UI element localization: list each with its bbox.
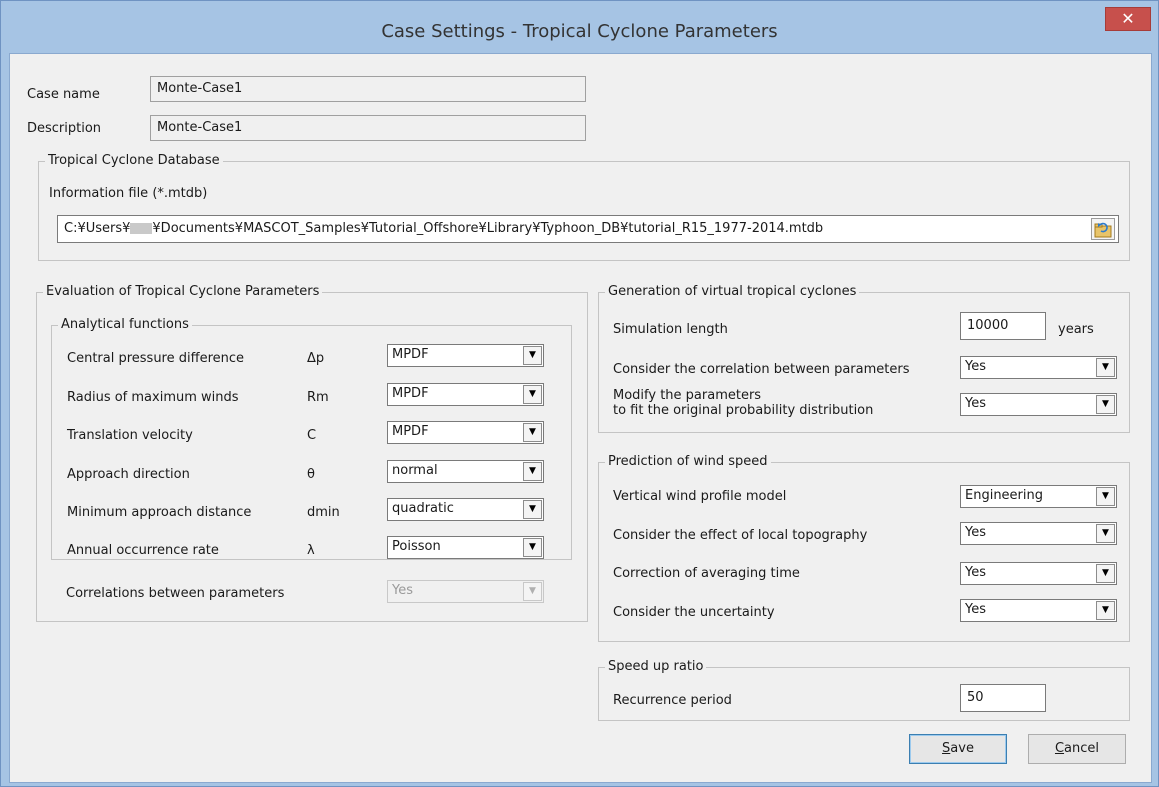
chevron-down-icon[interactable]: ▼ [1096, 564, 1115, 583]
chevron-down-icon[interactable]: ▼ [523, 423, 542, 442]
averaging-time-label: Correction of averaging time [613, 566, 800, 581]
evaluation-legend: Evaluation of Tropical Cyclone Parameter… [43, 284, 323, 299]
cancel-mnemonic: C [1054, 741, 1065, 756]
uncertainty-value: Yes [965, 602, 986, 617]
analytical-functions-group: Analytical functions Central pressure di… [51, 317, 572, 560]
occurrence-function-select[interactable]: Poisson ▼ [387, 536, 544, 559]
cancel-button[interactable]: Cancel [1028, 734, 1126, 764]
radius-function-value: MPDF [392, 386, 429, 401]
chevron-down-icon[interactable]: ▼ [523, 500, 542, 519]
chevron-down-icon[interactable]: ▼ [1096, 601, 1115, 620]
analytical-functions-legend: Analytical functions [58, 317, 192, 332]
direction-function-select[interactable]: normal ▼ [387, 460, 544, 483]
redacted-username [130, 223, 153, 234]
radius-function-select[interactable]: MPDF ▼ [387, 383, 544, 406]
chevron-down-icon[interactable]: ▼ [523, 346, 542, 365]
chevron-down-icon[interactable]: ▼ [1096, 358, 1115, 377]
generation-legend: Generation of virtual tropical cyclones [605, 284, 860, 299]
distance-function-select[interactable]: quadratic ▼ [387, 498, 544, 521]
consider-correlation-value: Yes [965, 359, 986, 374]
uncertainty-select[interactable]: Yes ▼ [960, 599, 1117, 622]
consider-correlation-select[interactable]: Yes ▼ [960, 356, 1117, 379]
pressure-function-value: MPDF [392, 347, 429, 362]
title-bar[interactable]: Case Settings - Tropical Cyclone Paramet… [1, 1, 1158, 43]
cancel-label-rest: ancel [1064, 741, 1100, 756]
sim-length-unit: years [1058, 322, 1094, 337]
row-symbol-radius: Rm [307, 390, 329, 405]
averaging-time-select[interactable]: Yes ▼ [960, 562, 1117, 585]
direction-function-value: normal [392, 463, 438, 478]
velocity-function-value: MPDF [392, 424, 429, 439]
local-topography-select[interactable]: Yes ▼ [960, 522, 1117, 545]
row-label-distance: Minimum approach distance [67, 505, 252, 520]
local-topography-label: Consider the effect of local topography [613, 528, 868, 543]
chevron-down-icon[interactable]: ▼ [523, 538, 542, 557]
row-symbol-pressure: Δp [307, 351, 325, 366]
save-label-rest: ave [950, 741, 974, 756]
prediction-group: Prediction of wind speed Vertical wind p… [598, 454, 1130, 642]
distance-function-value: quadratic [392, 501, 454, 516]
folder-refresh-icon [1094, 222, 1112, 238]
row-symbol-occurrence: λ [307, 543, 315, 558]
database-group: Tropical Cyclone Database Information fi… [38, 153, 1130, 261]
row-symbol-velocity: C [307, 428, 317, 443]
correlations-label: Correlations between parameters [66, 586, 285, 601]
consider-correlation-label: Consider the correlation between paramet… [613, 362, 910, 377]
modify-params-select[interactable]: Yes ▼ [960, 393, 1117, 416]
case-name-label: Case name [27, 87, 100, 102]
pressure-function-select[interactable]: MPDF ▼ [387, 344, 544, 367]
vertical-profile-select[interactable]: Engineering ▼ [960, 485, 1117, 508]
close-icon: ✕ [1121, 9, 1135, 28]
path-prefix: C:¥Users¥ [64, 221, 131, 236]
dialog-body: Case name Monte-Case1 Description Monte-… [9, 53, 1152, 783]
row-symbol-distance: dmin [307, 505, 340, 520]
info-file-label: Information file (*.mtdb) [49, 186, 208, 201]
speedup-group: Speed up ratio Recurrence period 50 [598, 659, 1130, 721]
sim-length-field[interactable]: 10000 [960, 312, 1046, 340]
description-field[interactable]: Monte-Case1 [150, 115, 586, 141]
database-legend: Tropical Cyclone Database [45, 153, 223, 168]
chevron-down-icon: ▼ [523, 582, 542, 601]
path-suffix: ¥Documents¥MASCOT_Samples¥Tutorial_Offsh… [152, 221, 824, 236]
window-title: Case Settings - Tropical Cyclone Paramet… [381, 21, 778, 42]
dialog-window: Case Settings - Tropical Cyclone Paramet… [0, 0, 1159, 787]
modify-params-label-2: to fit the original probability distribu… [613, 403, 874, 418]
browse-button[interactable] [1091, 218, 1115, 240]
occurrence-function-value: Poisson [392, 539, 441, 554]
row-label-pressure: Central pressure difference [67, 351, 245, 366]
correlations-value: Yes [392, 583, 413, 598]
chevron-down-icon[interactable]: ▼ [523, 462, 542, 481]
recurrence-period-label: Recurrence period [613, 693, 732, 708]
chevron-down-icon[interactable]: ▼ [1096, 487, 1115, 506]
recurrence-period-field[interactable]: 50 [960, 684, 1046, 712]
prediction-legend: Prediction of wind speed [605, 454, 771, 469]
close-button[interactable]: ✕ [1105, 7, 1151, 31]
sim-length-label: Simulation length [613, 322, 728, 337]
chevron-down-icon[interactable]: ▼ [523, 385, 542, 404]
averaging-time-value: Yes [965, 565, 986, 580]
description-label: Description [27, 121, 102, 136]
case-name-field[interactable]: Monte-Case1 [150, 76, 586, 102]
info-file-path-field[interactable]: C:¥Users¥ ¥Documents¥MASCOT_Samples¥Tutor… [57, 215, 1119, 243]
row-label-direction: Approach direction [67, 467, 190, 482]
row-label-occurrence: Annual occurrence rate [67, 543, 219, 558]
generation-group: Generation of virtual tropical cyclones … [598, 284, 1130, 433]
vertical-profile-label: Vertical wind profile model [613, 489, 787, 504]
row-symbol-direction: θ [307, 467, 315, 482]
evaluation-group: Evaluation of Tropical Cyclone Parameter… [36, 284, 588, 622]
vertical-profile-value: Engineering [965, 488, 1043, 503]
correlations-select: Yes ▼ [387, 580, 544, 603]
speedup-legend: Speed up ratio [605, 659, 707, 674]
velocity-function-select[interactable]: MPDF ▼ [387, 421, 544, 444]
chevron-down-icon[interactable]: ▼ [1096, 524, 1115, 543]
save-button[interactable]: Save [909, 734, 1007, 764]
row-label-velocity: Translation velocity [67, 428, 193, 443]
modify-params-label-1: Modify the parameters [613, 388, 762, 403]
row-label-radius: Radius of maximum winds [67, 390, 239, 405]
uncertainty-label: Consider the uncertainty [613, 605, 775, 620]
modify-params-value: Yes [965, 396, 986, 411]
local-topography-value: Yes [965, 525, 986, 540]
chevron-down-icon[interactable]: ▼ [1096, 395, 1115, 414]
